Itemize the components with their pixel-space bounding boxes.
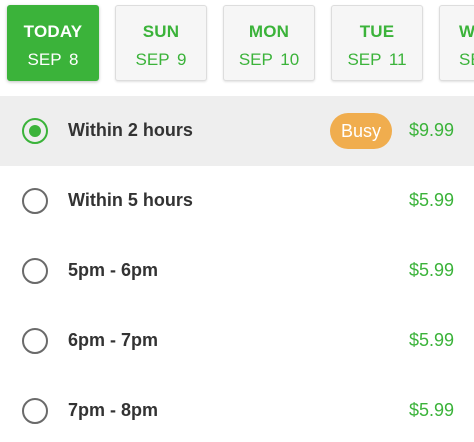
date-tab-sun[interactable]: SUN SEP 9: [115, 5, 207, 81]
slot-label: Within 2 hours: [68, 120, 193, 140]
date-tab-date: SE: [459, 50, 474, 69]
date-tab-date: SEP 8: [27, 50, 79, 69]
date-tab-day: SUN: [142, 22, 180, 41]
radio-unchecked-icon[interactable]: [22, 188, 48, 214]
date-tab-today[interactable]: TODAY SEP 8: [7, 5, 99, 81]
date-tab-day: MON: [248, 22, 290, 41]
date-tab-day: TUE: [359, 22, 395, 41]
date-tab-date: SEP 11: [347, 50, 407, 69]
time-slot-row[interactable]: 7pm - 8pm $5.99: [0, 376, 474, 442]
delivery-time-picker: TODAY SEP 8 SUN SEP 9 MON SEP 10 TUE SEP…: [0, 0, 474, 442]
slot-price: $5.99: [408, 190, 454, 210]
date-tab-tue[interactable]: TUE SEP 11: [331, 5, 423, 81]
slot-price: $5.99: [408, 260, 454, 280]
date-tab-mon[interactable]: MON SEP 10: [223, 5, 315, 81]
time-slot-row[interactable]: 6pm - 7pm $5.99: [0, 306, 474, 376]
slot-price: $5.99: [408, 330, 454, 350]
time-slot-row[interactable]: Within 5 hours $5.99: [0, 166, 474, 236]
radio-unchecked-icon[interactable]: [22, 328, 48, 354]
date-tab-date: SEP 9: [135, 50, 187, 69]
radio-unchecked-icon[interactable]: [22, 398, 48, 424]
slot-label: Within 5 hours: [68, 190, 193, 210]
date-tab-day: W: [459, 22, 474, 41]
radio-unchecked-icon[interactable]: [22, 258, 48, 284]
radio-dot: [29, 125, 41, 137]
busy-badge: Busy: [330, 113, 392, 149]
radio-checked-icon[interactable]: [22, 118, 48, 144]
date-tab-wed[interactable]: W SE: [439, 5, 474, 81]
time-slot-row[interactable]: 5pm - 6pm $5.99: [0, 236, 474, 306]
time-slot-row[interactable]: Within 2 hours Busy $9.99: [0, 96, 474, 166]
slot-label: 7pm - 8pm: [68, 400, 159, 420]
slot-price: $5.99: [408, 400, 454, 420]
date-selector: TODAY SEP 8 SUN SEP 9 MON SEP 10 TUE SEP…: [0, 0, 474, 92]
date-tab-day: TODAY: [23, 22, 83, 41]
slot-price: $9.99: [408, 120, 454, 140]
slot-label: 6pm - 7pm: [68, 330, 159, 350]
time-slot-list: Within 2 hours Busy $9.99 Within 5 hours…: [0, 96, 474, 442]
date-tab-date: SEP 10: [238, 50, 300, 69]
slot-label: 5pm - 6pm: [68, 260, 159, 280]
